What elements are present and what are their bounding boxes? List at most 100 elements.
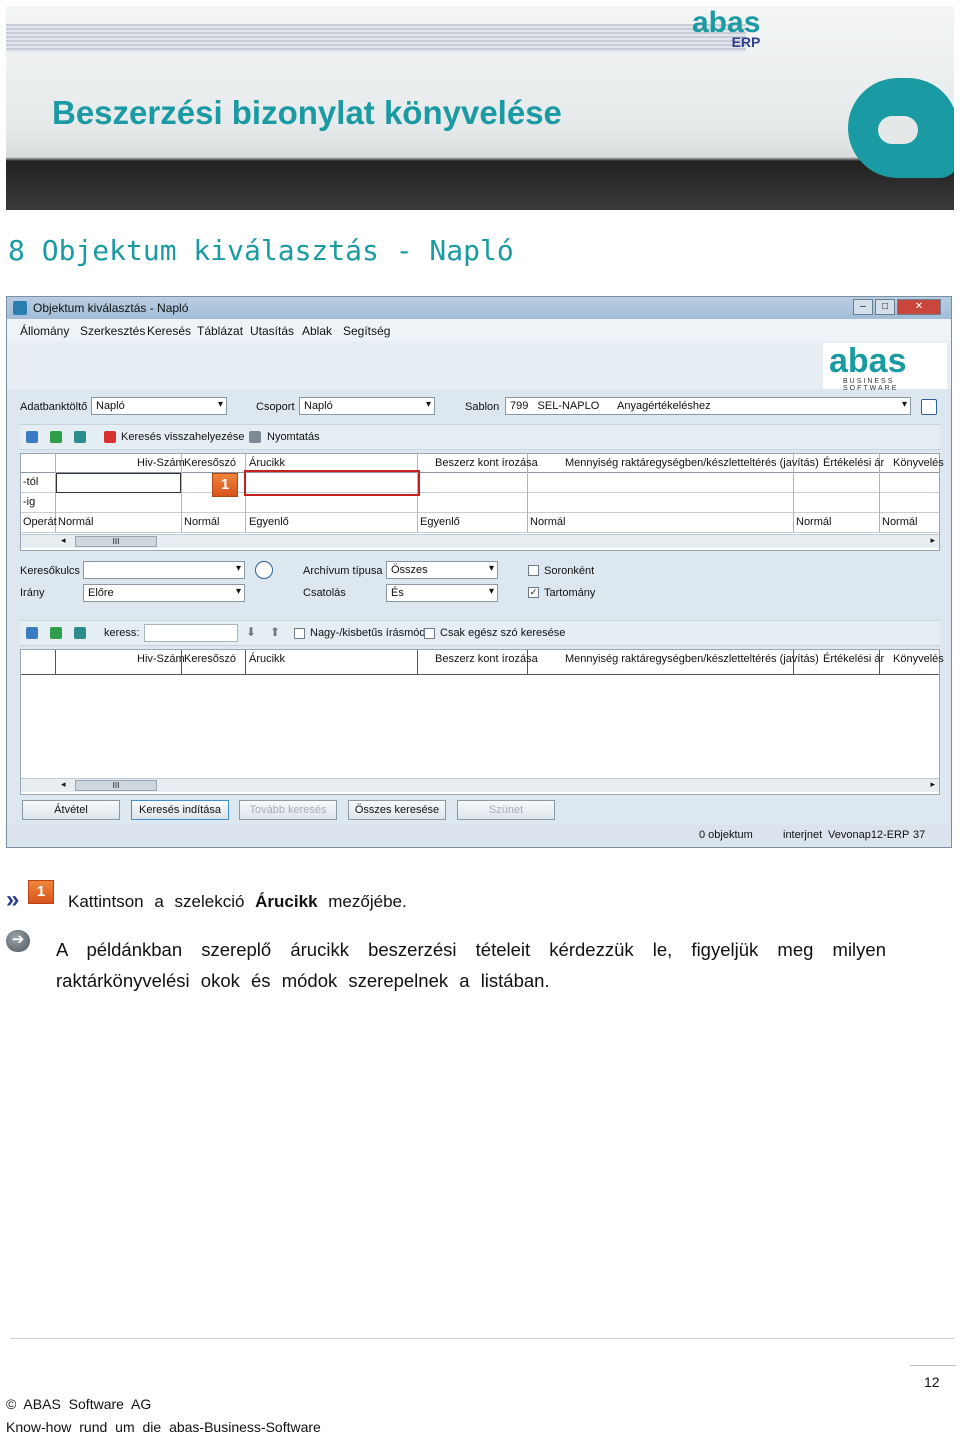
csoport-select[interactable]: Napló [299,397,435,415]
operator-hiv-szam[interactable]: Normál [58,516,93,528]
abas-business-logo: abas BUSINESS SOFTWARE [823,343,947,392]
green-arrow-icon[interactable] [50,431,62,443]
page-number-divider [910,1365,956,1366]
horizontal-scrollbar-1[interactable]: ◂ III ▸ [21,534,939,548]
print-button[interactable]: Nyomtatás [267,431,320,443]
person-icon[interactable] [26,431,38,443]
menu-tablazat[interactable]: Táblázat [197,324,243,338]
adatbank-label: Adatbanktöltő [20,401,88,413]
whole-word-checkbox[interactable] [424,628,435,639]
teal-arrow-icon[interactable] [74,431,86,443]
csoport-label: Csoport [256,401,295,413]
status-objects: 0 objektum [699,829,753,841]
col-ertekelesi-ar[interactable]: Értékelési ár [823,457,884,469]
case-checkbox[interactable] [294,628,305,639]
keresokulcs-label: Keresőkulcs [20,565,80,577]
keresokulcs-select[interactable] [83,561,245,579]
bullet-arrow-icon: » [6,886,20,913]
adatbank-select[interactable]: Napló [91,397,227,415]
result-col-beszerz[interactable]: Beszerz kont írozása [435,653,538,665]
header-banner: abas ERP Beszerzési bizonylat könyvelése [6,6,954,210]
menu-kereses[interactable]: Keresés [147,324,191,338]
checklist-icon[interactable] [921,399,937,415]
instruction-text: Kattintson a szelekció Árucikk mezőjébe. [68,892,407,911]
csatolas-label: Csatolás [303,587,346,599]
soronkent-label: Soronként [544,565,595,577]
search-input[interactable] [144,624,238,642]
logo-bar: abas BUSINESS SOFTWARE [7,341,951,392]
objektum-window: Objektum kiválasztás - Napló – □ ✕ Állom… [6,296,952,848]
result-col-ertekelesi-ar[interactable]: Értékelési ár [823,653,884,665]
start-search-button[interactable]: Keresés indítása [131,800,229,820]
operator-ertekelesi-ar[interactable]: Normál [796,516,831,528]
menu-utasitas[interactable]: Utasítás [250,324,294,338]
continue-search-button[interactable]: Tovább keresés [239,800,337,820]
maximize-icon[interactable]: □ [875,299,895,315]
scroll-left-icon[interactable]: ◂ [61,535,66,546]
col-keresoszo[interactable]: Keresőszó [184,457,236,469]
arrow-down-icon[interactable]: ⬇ [246,625,256,639]
result-col-konyveles[interactable]: Könyvelés [893,653,944,665]
person-icon-2[interactable] [26,627,38,639]
row-tol-label: -tól [23,476,39,488]
operator-keresoszo[interactable]: Normál [184,516,219,528]
sablon-select[interactable]: 799 SEL-NAPLO Anyagértékeléshez [505,397,911,415]
toolbar-1: Keresés visszahelyezése Nyomtatás [20,424,940,450]
instruction-field-name: Árucikk [255,892,318,911]
printer-icon[interactable] [249,431,261,443]
result-col-arucikk[interactable]: Árucikk [249,653,285,665]
scroll-thumb-2[interactable]: III [75,780,157,791]
page-title: Beszerzési bizonylat könyvelése [52,94,562,131]
menu-szerkesztes[interactable]: Szerkesztés [80,324,145,338]
search-all-button[interactable]: Összes keresése [348,800,446,820]
case-label: Nagy-/kisbetűs írásmód [310,627,426,639]
scroll-thumb[interactable]: III [75,536,157,547]
col-hiv-szam[interactable]: Hiv-Szám [137,457,185,469]
row-operator-label: Operát [23,516,57,528]
step-badge: 1 [212,473,238,497]
col-konyveles[interactable]: Könyvelés [893,457,944,469]
operator-konyveles[interactable]: Normál [882,516,917,528]
col-beszerz[interactable]: Beszerz kont írozása [435,457,538,469]
sablon-label: Sablon [465,401,500,413]
tartomany-checkbox[interactable]: ✓ [528,587,539,598]
col-mennyiseg[interactable]: Mennyiség raktáregységben/készletteltéré… [565,457,819,469]
arucikk-tol-field-highlight[interactable] [244,470,420,496]
info-icon[interactable] [255,561,273,579]
irany-select[interactable]: Előre [83,584,245,602]
result-col-hiv-szam[interactable]: Hiv-Szám [137,653,185,665]
section-heading: 8 Objektum kiválasztás - Napló [8,234,514,267]
result-col-keresoszo[interactable]: Keresőszó [184,653,236,665]
search-label: keress: [104,627,140,639]
reset-search-button[interactable]: Keresés visszahelyezése [121,431,245,443]
footer-knowhow: Know-how rund um die abas-Business-Softw… [6,1419,321,1435]
green-arrow-icon-2[interactable] [50,627,62,639]
atvetel-button[interactable]: Átvétel [22,800,120,820]
csatolas-select[interactable]: És [386,584,498,602]
operator-arucikk[interactable]: Egyenlő [249,516,289,528]
result-grid: Hiv-Szám Keresőszó Árucikk Beszerz kont … [20,649,944,795]
horizontal-scrollbar-2[interactable]: ◂ III ▸ [21,778,939,792]
hiv-szam-tol-input[interactable] [56,473,181,493]
operator-beszerz[interactable]: Egyenlő [420,516,460,528]
menu-ablak[interactable]: Ablak [302,324,332,338]
menu-segitseg[interactable]: Segítség [343,324,390,338]
red-x-icon[interactable] [104,431,116,443]
scroll-right-icon-2[interactable]: ▸ [930,779,935,790]
abas-a-logo-icon [848,78,954,178]
soronkent-checkbox[interactable] [528,565,539,576]
scroll-left-icon-2[interactable]: ◂ [61,779,66,790]
minimize-icon[interactable]: – [853,299,873,315]
abas-erp-logo: abas ERP [692,6,761,50]
menu-allomany[interactable]: Állomány [20,324,69,338]
col-arucikk[interactable]: Árucikk [249,457,285,469]
pause-button[interactable]: Szünet [457,800,555,820]
archiv-select[interactable]: Összes [386,561,498,579]
result-col-mennyiseg[interactable]: Mennyiség raktáregységben/készletteltéré… [565,653,819,665]
arrow-up-icon[interactable]: ⬆ [270,625,280,639]
teal-arrow-icon-2[interactable] [74,627,86,639]
operator-mennyiseg[interactable]: Normál [530,516,565,528]
close-icon[interactable]: ✕ [897,299,941,315]
selection-grid: Hiv-Szám Keresőszó Árucikk Beszerz kont … [20,453,944,551]
scroll-right-icon[interactable]: ▸ [930,535,935,546]
